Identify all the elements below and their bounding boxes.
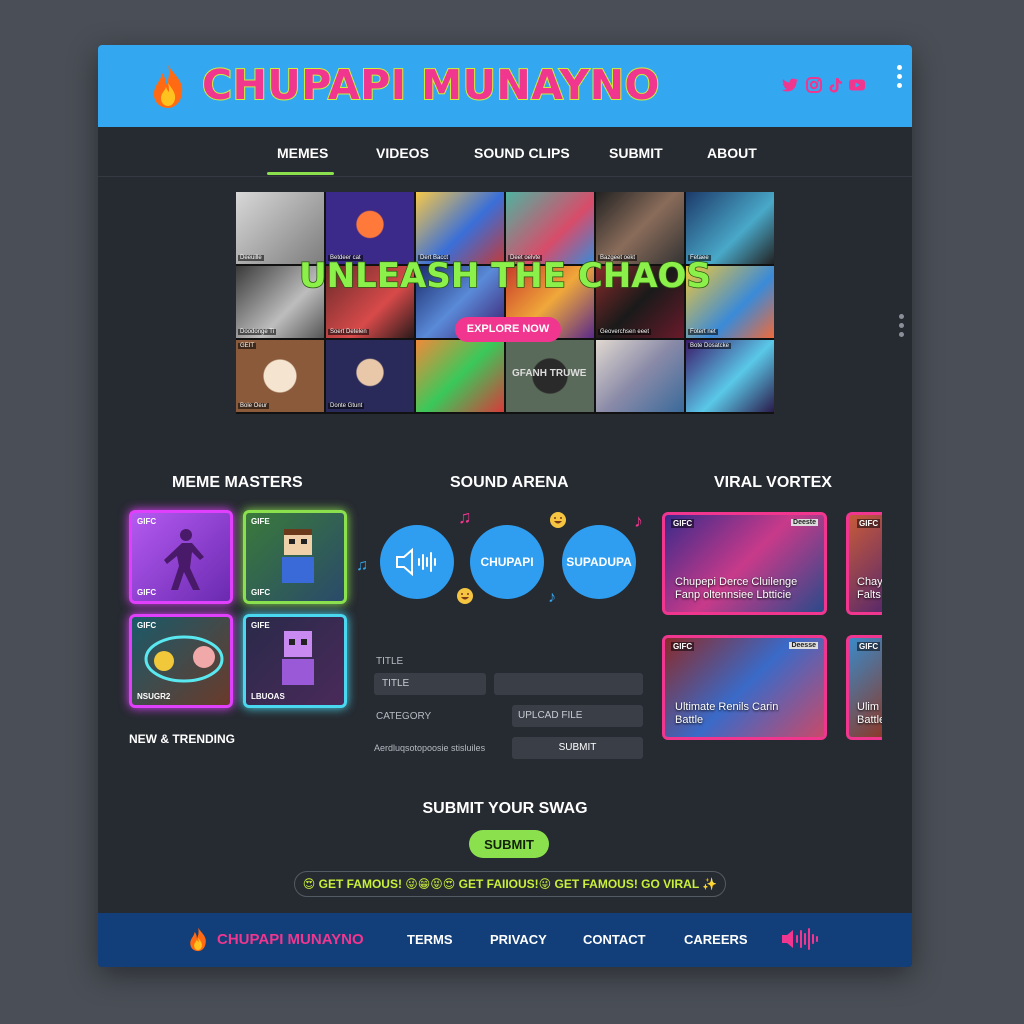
instagram-icon[interactable] [804,75,824,95]
twitter-icon[interactable] [780,75,800,95]
dancer-silhouette [164,529,204,590]
viral-video-card-partial[interactable]: GIFC Ulim Battle [846,635,882,740]
meme-card[interactable]: GIFC NSUGR2 [129,614,233,708]
hero-tile: Betdeer cat [326,192,414,264]
meme-masters-title: MEME MASTERS [172,474,303,491]
site-footer: CHUPAPI MUNAYNO TERMS PRIVACY CONTACT CA… [98,913,912,967]
meme-card[interactable]: GIFE GIFC [243,510,347,604]
viral-vortex-title: VIRAL VORTEX [714,474,832,491]
laughing-emoji-icon [550,512,566,528]
youtube-icon[interactable] [847,75,867,95]
submit-swag-button[interactable]: SUBMIT [469,830,549,858]
nav-item-videos[interactable]: VIDEOS [376,145,429,161]
main-nav: MEMES VIDEOS SOUND CLIPS SUBMIT ABOUT [98,127,912,177]
flame-icon [190,927,206,952]
music-note-icon: ♪ [548,589,556,606]
footer-logo[interactable]: CHUPAPI MUNAYNO [217,931,364,948]
nav-item-about[interactable]: ABOUT [707,145,757,161]
footer-link-privacy[interactable]: PRIVACY [490,932,547,947]
site-logo-title[interactable]: CHUPAPI MUNAYNO [201,60,660,110]
tiktok-icon[interactable] [825,75,845,95]
laughing-emoji-icon [457,588,473,604]
footer-link-contact[interactable]: CONTACT [583,932,646,947]
upload-hint-text: Aerdluqsotopoosie stisluiles [374,743,486,753]
nav-item-memes[interactable]: MEMES [277,145,328,161]
viral-video-card[interactable]: GIFC Deeste Chupepi Derce Cluilenge Fanp… [662,512,827,615]
footer-link-careers[interactable]: CAREERS [684,932,748,947]
sound-arena-title: SOUND ARENA [450,474,569,491]
chupapi-sound-button[interactable]: CHUPAPI [470,525,544,599]
hero-title: UNLEASH THE CHAOS [298,255,711,297]
viral-video-card-partial[interactable]: GIFC Chay Falts [846,512,882,615]
title-input[interactable]: TITLE [374,673,486,695]
music-note-icon: ♫ [356,557,368,574]
promo-ticker: 😍 GET FAMOUS! 😜😁😝😍 GET FAIIOUS!😜 GET FAM… [294,871,726,897]
app-window: CHUPAPI MUNAYNO MEMES VIDEOS SOUND CLIPS… [98,45,912,967]
title-extra-input[interactable] [494,673,643,695]
submit-swag-title: SUBMIT YOUR SWAG [422,800,588,817]
meme-card[interactable]: GIFE LBUOAS [243,614,347,708]
nav-item-submit[interactable]: SUBMIT [609,145,663,161]
site-header: CHUPAPI MUNAYNO [98,45,912,127]
new-trending-label[interactable]: NEW & TRENDING [129,732,235,746]
robot-character [282,631,314,685]
category-label: CATEGORY [376,711,432,722]
hero-tile: Donte Gtunt [326,340,414,412]
title-label: TITLE [376,656,404,667]
hero-tile: Dert Bacct [416,192,504,264]
hero-tile [416,340,504,412]
upload-file-button[interactable]: UPLCAD FILE [512,705,643,727]
nav-item-sound-clips[interactable]: SOUND CLIPS [474,145,570,161]
nav-active-indicator [267,172,334,175]
music-note-icon: ♪ [634,511,643,531]
supadupa-sound-button[interactable]: SUPADUPA [562,525,636,599]
viral-video-card[interactable]: GIFC Deesse Ultimate Renils Carin Battle [662,635,827,740]
hero-tile: Bote Dosatcke [686,340,774,412]
hero-tile: Bazgeet oekt [596,192,684,264]
hero-tile: Fetaee [686,192,774,264]
music-note-icon: ♫ [458,507,472,527]
hero-tile: GFANH TRUWE [506,340,594,412]
hero-tile: Deeuille [236,192,324,264]
meme-card[interactable]: GIFC GIFC [129,510,233,604]
audio-wave-button[interactable] [380,525,454,599]
explore-now-button[interactable]: EXPLORE NOW [455,317,561,342]
sound-wave-icon [782,928,818,950]
footer-link-terms[interactable]: TERMS [407,932,453,947]
menu-kebab-icon[interactable] [897,65,903,95]
gamer-illustration [144,635,224,683]
hero-tile [596,340,684,412]
flame-icon [153,65,183,108]
hero-tile: Deet oelvte [506,192,594,264]
hero-tile: GEIT Bole Oeur [236,340,324,412]
speaker-wave-icon [396,547,436,577]
sound-submit-button[interactable]: SUBMIT [512,737,643,759]
hero-banner: Deeuille Betdeer cat Dert Bacct Deet oel… [236,192,774,414]
pixel-character [282,529,314,583]
page-scroll-handle-icon[interactable] [899,314,905,340]
